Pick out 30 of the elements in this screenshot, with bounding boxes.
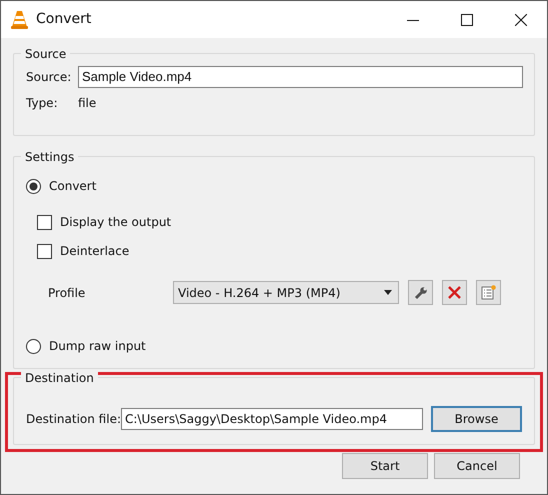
wrench-icon [414, 286, 428, 300]
field-label: Type: [26, 95, 59, 112]
edit-profile-button[interactable] [408, 280, 433, 305]
delete-profile-button[interactable] [442, 280, 467, 305]
radio-label: Dump raw input [49, 338, 146, 355]
delete-icon [448, 286, 461, 299]
type-value: file [78, 95, 96, 112]
checkbox[interactable] [37, 214, 52, 230]
radio-button[interactable] [26, 178, 41, 194]
source-field[interactable]: Sample Video.mp4 [78, 66, 523, 88]
dialog-button[interactable]: Start [342, 453, 428, 479]
traffic-cone-icon [11, 10, 28, 30]
field-label: Source: [26, 69, 72, 86]
list-icon [481, 285, 496, 300]
close-icon[interactable] [515, 14, 527, 26]
maximize-icon[interactable] [461, 14, 473, 26]
browse-button[interactable]: Browse [431, 406, 522, 432]
dialog-button[interactable]: Cancel [434, 453, 520, 479]
field-label: Destination file: [26, 411, 121, 428]
dropdown-arrow-icon [384, 290, 392, 295]
checkbox[interactable] [37, 244, 52, 258]
destination-field[interactable]: C:\Users\Saggy\Desktop\Sample Video.mp4 [121, 408, 423, 430]
new-profile-button[interactable] [476, 280, 501, 305]
radio-label: Convert [49, 178, 96, 195]
checkbox-label: Display the output [60, 214, 172, 231]
checkbox-label: Deinterlace [60, 243, 130, 260]
window-title: Convert [36, 10, 92, 29]
profile-dropdown[interactable]: Video - H.264 + MP3 (MP4) [173, 281, 399, 304]
profile-label: Profile [48, 284, 86, 302]
radio-button[interactable] [26, 338, 41, 354]
